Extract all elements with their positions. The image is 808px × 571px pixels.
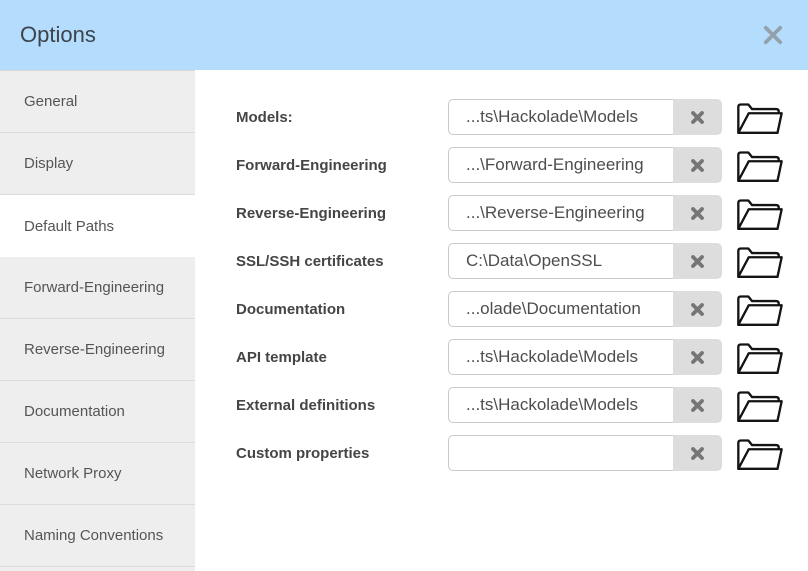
sidebar-item-forward-engineering[interactable]: Forward-Engineering xyxy=(0,257,195,319)
browse-folder-button[interactable] xyxy=(734,193,786,233)
path-label: Reverse-Engineering xyxy=(236,204,387,222)
x-icon xyxy=(690,302,705,317)
x-icon xyxy=(761,23,785,47)
options-sidebar: General Display Default Paths Forward-En… xyxy=(0,70,195,571)
clear-path-button[interactable] xyxy=(673,339,722,375)
path-input[interactable] xyxy=(448,291,674,327)
path-label: API template xyxy=(236,348,327,366)
path-input[interactable] xyxy=(448,387,674,423)
clear-path-button[interactable] xyxy=(673,243,722,279)
browse-folder-button[interactable] xyxy=(734,433,786,473)
browse-folder-button[interactable] xyxy=(734,289,786,329)
default-paths-panel: Models: Forward-Engineering xyxy=(195,70,808,571)
x-icon xyxy=(690,110,705,125)
browse-folder-button[interactable] xyxy=(734,385,786,425)
path-input-group xyxy=(448,387,722,423)
path-input[interactable] xyxy=(448,99,674,135)
path-row: Custom properties xyxy=(236,435,808,471)
folder-icon xyxy=(735,385,785,425)
path-row: Models: xyxy=(236,99,808,135)
dialog-header: Options xyxy=(0,0,808,70)
clear-path-button[interactable] xyxy=(673,99,722,135)
sidebar-item-general[interactable]: General xyxy=(0,71,195,133)
sidebar-item-display[interactable]: Display xyxy=(0,133,195,195)
path-label: Documentation xyxy=(236,300,346,318)
path-input[interactable] xyxy=(448,339,674,375)
path-row: External definitions xyxy=(236,387,808,423)
x-icon xyxy=(690,398,705,413)
folder-icon xyxy=(735,289,785,329)
path-input-group xyxy=(448,195,722,231)
path-row: SSL/SSH certificates xyxy=(236,243,808,279)
browse-folder-button[interactable] xyxy=(734,145,786,185)
folder-icon xyxy=(735,433,785,473)
sidebar-item-label: Forward-Engineering xyxy=(24,279,165,296)
path-input[interactable] xyxy=(448,195,674,231)
path-row: Forward-Engineering xyxy=(236,147,808,183)
path-input-group xyxy=(448,147,722,183)
path-row: API template xyxy=(236,339,808,375)
path-input-group xyxy=(448,291,722,327)
path-row: Documentation xyxy=(236,291,808,327)
sidebar-item-label: Reverse-Engineering xyxy=(24,341,165,358)
dialog-title: Options xyxy=(20,22,96,47)
path-input-group xyxy=(448,243,722,279)
clear-path-button[interactable] xyxy=(673,291,722,327)
path-input[interactable] xyxy=(448,147,674,183)
clear-path-button[interactable] xyxy=(673,387,722,423)
folder-icon xyxy=(735,241,785,281)
path-input-group xyxy=(448,339,722,375)
path-label: Models: xyxy=(236,108,293,126)
sidebar-item-label: Default Paths xyxy=(24,217,115,235)
sidebar-item-default-paths[interactable]: Default Paths xyxy=(0,195,195,257)
sidebar-item-network-proxy[interactable]: Network Proxy xyxy=(0,443,195,505)
sidebar-item-reverse-engineering[interactable]: Reverse-Engineering xyxy=(0,319,195,381)
clear-path-button[interactable] xyxy=(673,147,722,183)
path-input-group xyxy=(448,99,722,135)
x-icon xyxy=(690,446,705,461)
path-input[interactable] xyxy=(448,243,674,279)
browse-folder-button[interactable] xyxy=(734,337,786,377)
path-label: External definitions xyxy=(236,396,376,414)
x-icon xyxy=(690,158,705,173)
sidebar-item-naming-conventions[interactable]: Naming Conventions xyxy=(0,505,195,567)
path-label: Forward-Engineering xyxy=(236,156,387,174)
x-icon xyxy=(690,254,705,269)
folder-icon xyxy=(735,145,785,185)
options-dialog: Options General Display Default Paths Fo… xyxy=(0,0,808,571)
folder-icon xyxy=(735,193,785,233)
sidebar-item-documentation[interactable]: Documentation xyxy=(0,381,195,443)
x-icon xyxy=(690,350,705,365)
browse-folder-button[interactable] xyxy=(734,241,786,281)
clear-path-button[interactable] xyxy=(673,435,722,471)
dialog-body: General Display Default Paths Forward-En… xyxy=(0,70,808,571)
sidebar-item-label: Display xyxy=(24,155,74,172)
x-icon xyxy=(690,206,705,221)
folder-icon xyxy=(735,97,785,137)
sidebar-item-label: Network Proxy xyxy=(24,465,122,482)
sidebar-item-label: Naming Conventions xyxy=(24,527,164,544)
sidebar-item-label: General xyxy=(24,93,78,110)
path-input[interactable] xyxy=(448,435,674,471)
folder-icon xyxy=(735,337,785,377)
path-label: Custom properties xyxy=(236,444,370,462)
path-label: SSL/SSH certificates xyxy=(236,252,384,270)
browse-folder-button[interactable] xyxy=(734,97,786,137)
path-row: Reverse-Engineering xyxy=(236,195,808,231)
clear-path-button[interactable] xyxy=(673,195,722,231)
path-input-group xyxy=(448,435,722,471)
sidebar-item-label: Documentation xyxy=(24,403,125,420)
close-button[interactable] xyxy=(760,22,786,48)
